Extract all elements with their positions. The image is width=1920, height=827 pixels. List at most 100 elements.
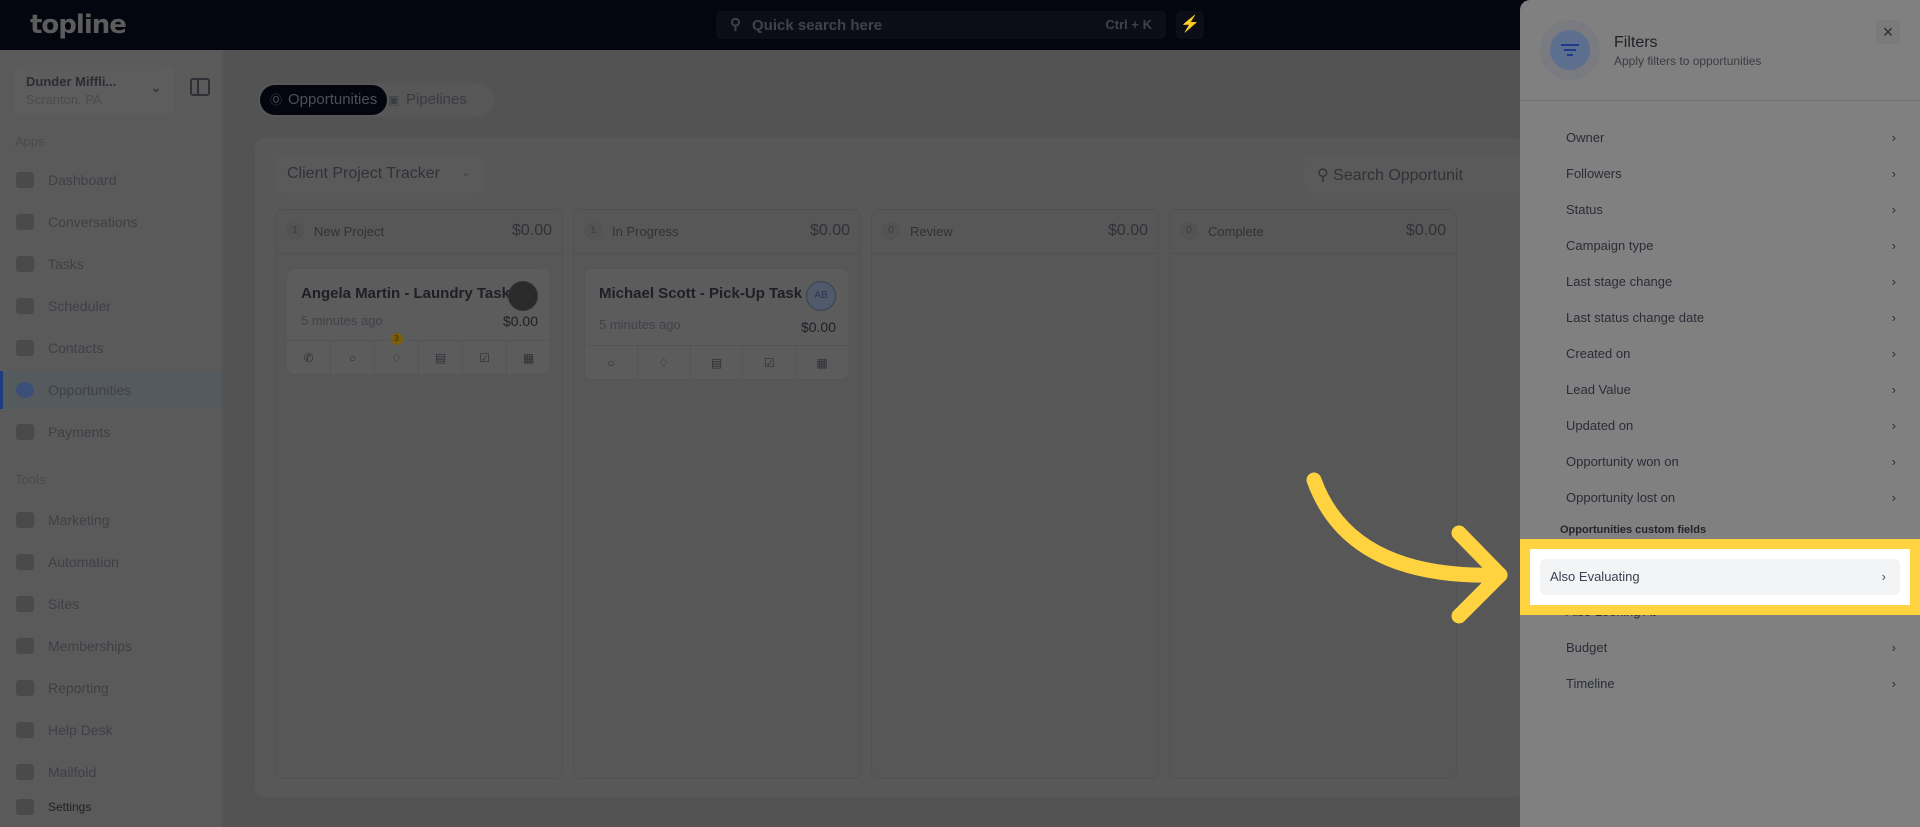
filter-item-budget[interactable]: Budget › <box>1550 633 1910 663</box>
sidebar-item-help-desk[interactable]: Help Desk <box>0 711 222 749</box>
sidebar-item-automation[interactable]: Automation <box>0 543 222 581</box>
sidebar-item-marketing[interactable]: Marketing <box>0 501 222 539</box>
sidebar-item-scheduler[interactable]: Scheduler <box>0 287 222 325</box>
reporting-icon <box>16 680 34 696</box>
close-icon[interactable]: × <box>1876 20 1900 44</box>
filter-item-updated-on[interactable]: Updated on › <box>1550 411 1910 441</box>
lightning-icon[interactable]: ⚡ <box>1176 11 1204 39</box>
sidebar-item-sites[interactable]: Sites <box>0 585 222 623</box>
dollar-icon: Ⓞ <box>270 93 283 107</box>
calendar-icon[interactable]: ▦ <box>796 346 848 379</box>
panel-title: Filters <box>1614 34 1658 51</box>
opportunity-card[interactable]: Angela Martin - Laundry Task 5 minutes ag… <box>286 268 551 375</box>
tag-icon[interactable]: ♢ <box>638 346 691 379</box>
opportunity-card[interactable]: Michael Scott - Pick-Up Task 5 minutes ag… <box>584 268 849 380</box>
marketing-icon <box>16 512 34 528</box>
document-icon[interactable]: ▤ <box>419 341 463 374</box>
filter-item-owner[interactable]: Owner › <box>1550 123 1910 153</box>
calendar-icon[interactable]: ▦ <box>507 341 550 374</box>
sidebar-item-memberships[interactable]: Memberships <box>0 627 222 665</box>
card-value: $0.00 <box>502 313 538 329</box>
sidebar-item-tasks[interactable]: Tasks <box>0 245 222 283</box>
sidebar-item-contacts[interactable]: Contacts <box>0 329 222 367</box>
filter-label: Last status change date <box>1566 310 1705 325</box>
sidebar-item-opportunities[interactable]: Opportunities <box>0 371 222 409</box>
search-icon: ⚲ <box>730 16 741 33</box>
filter-item-last-stage-change[interactable]: Last stage change › <box>1550 267 1910 297</box>
chevron-down-icon: ⌄ <box>150 79 162 95</box>
pipeline-select[interactable]: Client Project Tracker ⌄ <box>275 155 483 193</box>
card-actions: ✆ ○ ♢ 3 ▤ ☑ ▦ <box>287 333 550 374</box>
sidebar-item-label: Reporting <box>48 680 109 696</box>
sidebar-item-label: Help Desk <box>48 722 113 738</box>
tag-icon[interactable]: ♢ 3 <box>375 333 419 374</box>
sidebar-collapse-icon[interactable] <box>190 78 210 96</box>
column-name: Complete <box>1208 224 1264 239</box>
filter-item-status[interactable]: Status › <box>1550 195 1910 225</box>
sidebar-item-label: Settings <box>48 800 92 814</box>
tasks-icon <box>16 256 34 272</box>
account-switcher[interactable]: Dunder Miffli... Scranton, PA ⌄ <box>14 65 174 115</box>
filter-item-last-status-change-date[interactable]: Last status change date › <box>1550 303 1910 333</box>
chevron-right-icon: › <box>1891 418 1896 433</box>
view-tabs: Ⓞ Opportunities ▣ Pipelines <box>258 83 494 117</box>
filter-label: Created on <box>1566 346 1631 361</box>
sidebar-item-label: Tasks <box>48 256 84 272</box>
filter-item-timeline[interactable]: Timeline › <box>1550 669 1910 699</box>
column-amount: $0.00 <box>1107 222 1148 239</box>
pipeline-column-in-progress: 1 In Progress $0.00 Michael Scott - Pick-Up… <box>573 209 861 779</box>
filter-item-also-evaluating[interactable]: Also Evaluating › <box>1540 559 1900 595</box>
phone-icon[interactable]: ✆ <box>287 341 331 374</box>
document-icon[interactable]: ▤ <box>691 346 744 379</box>
filter-item-created-on[interactable]: Created on › <box>1550 339 1910 369</box>
check-icon[interactable]: ☑ <box>463 341 507 374</box>
chat-icon[interactable]: ○ <box>331 341 375 374</box>
apps-section-label: Apps <box>15 134 45 149</box>
chevron-right-icon: › <box>1891 454 1896 469</box>
highlight-frame: Also Evaluating › <box>1530 549 1910 605</box>
quick-search-input[interactable]: ⚲ Quick search here Ctrl + K <box>716 11 1166 39</box>
card-time: 5 minutes ago <box>599 317 681 332</box>
check-icon[interactable]: ☑ <box>743 346 797 379</box>
pipeline-icon: ▣ <box>388 93 400 107</box>
dashboard-icon <box>16 172 34 188</box>
sidebar-item-reporting[interactable]: Reporting <box>0 669 222 707</box>
chevron-right-icon: › <box>1891 130 1896 145</box>
conversations-icon <box>16 214 34 230</box>
chevron-right-icon: › <box>1891 676 1896 691</box>
sidebar-item-mailfold[interactable]: Mailfold <box>0 753 222 791</box>
chat-icon[interactable]: ○ <box>585 346 638 379</box>
filter-label: Updated on <box>1566 418 1634 433</box>
column-name: In Progress <box>612 224 679 239</box>
filter-item-followers[interactable]: Followers › <box>1550 159 1910 189</box>
tab-pipelines[interactable]: ▣ Pipelines <box>378 85 477 115</box>
filter-item-lead-value[interactable]: Lead Value › <box>1550 375 1910 405</box>
filter-item-opportunity-lost-on[interactable]: Opportunity lost on › <box>1550 483 1910 513</box>
sidebar-item-label: Mailfold <box>48 764 97 780</box>
account-location: Scranton, PA <box>26 92 102 107</box>
sidebar-item-dashboard[interactable]: Dashboard <box>0 161 222 199</box>
column-amount: $0.00 <box>1405 222 1446 239</box>
sidebar: Dunder Miffli... Scranton, PA ⌄ Apps Das… <box>0 50 225 827</box>
avatar <box>508 281 538 311</box>
pipeline-column-complete: 0 Complete $0.00 <box>1169 209 1457 779</box>
search-placeholder: Quick search here <box>752 17 883 34</box>
chevron-right-icon: › <box>1891 640 1896 655</box>
sidebar-item-label: Dashboard <box>48 172 117 188</box>
sidebar-item-payments[interactable]: Payments <box>0 413 222 451</box>
chevron-down-icon: ⌄ <box>460 165 471 179</box>
search-opportunities-input[interactable]: ⚲ Search Opportunit <box>1305 155 1520 193</box>
account-name: Dunder Miffli... <box>26 74 117 89</box>
chevron-right-icon: › <box>1891 166 1896 181</box>
sidebar-item-settings[interactable]: Settings <box>0 788 222 826</box>
automation-icon <box>16 554 34 570</box>
filter-item-opportunity-won-on[interactable]: Opportunity won on › <box>1550 447 1910 477</box>
sidebar-item-conversations[interactable]: Conversations <box>0 203 222 241</box>
sidebar-item-label: Sites <box>48 596 80 612</box>
filter-item-campaign-type[interactable]: Campaign type › <box>1550 231 1910 261</box>
card-title: Michael Scott - Pick-Up Task <box>599 285 803 302</box>
chevron-right-icon: › <box>1891 202 1896 217</box>
pipeline-column-review: 0 Review $0.00 <box>871 209 1159 779</box>
filter-label: Lead Value <box>1566 382 1631 397</box>
tab-opportunities[interactable]: Ⓞ Opportunities <box>260 85 388 115</box>
